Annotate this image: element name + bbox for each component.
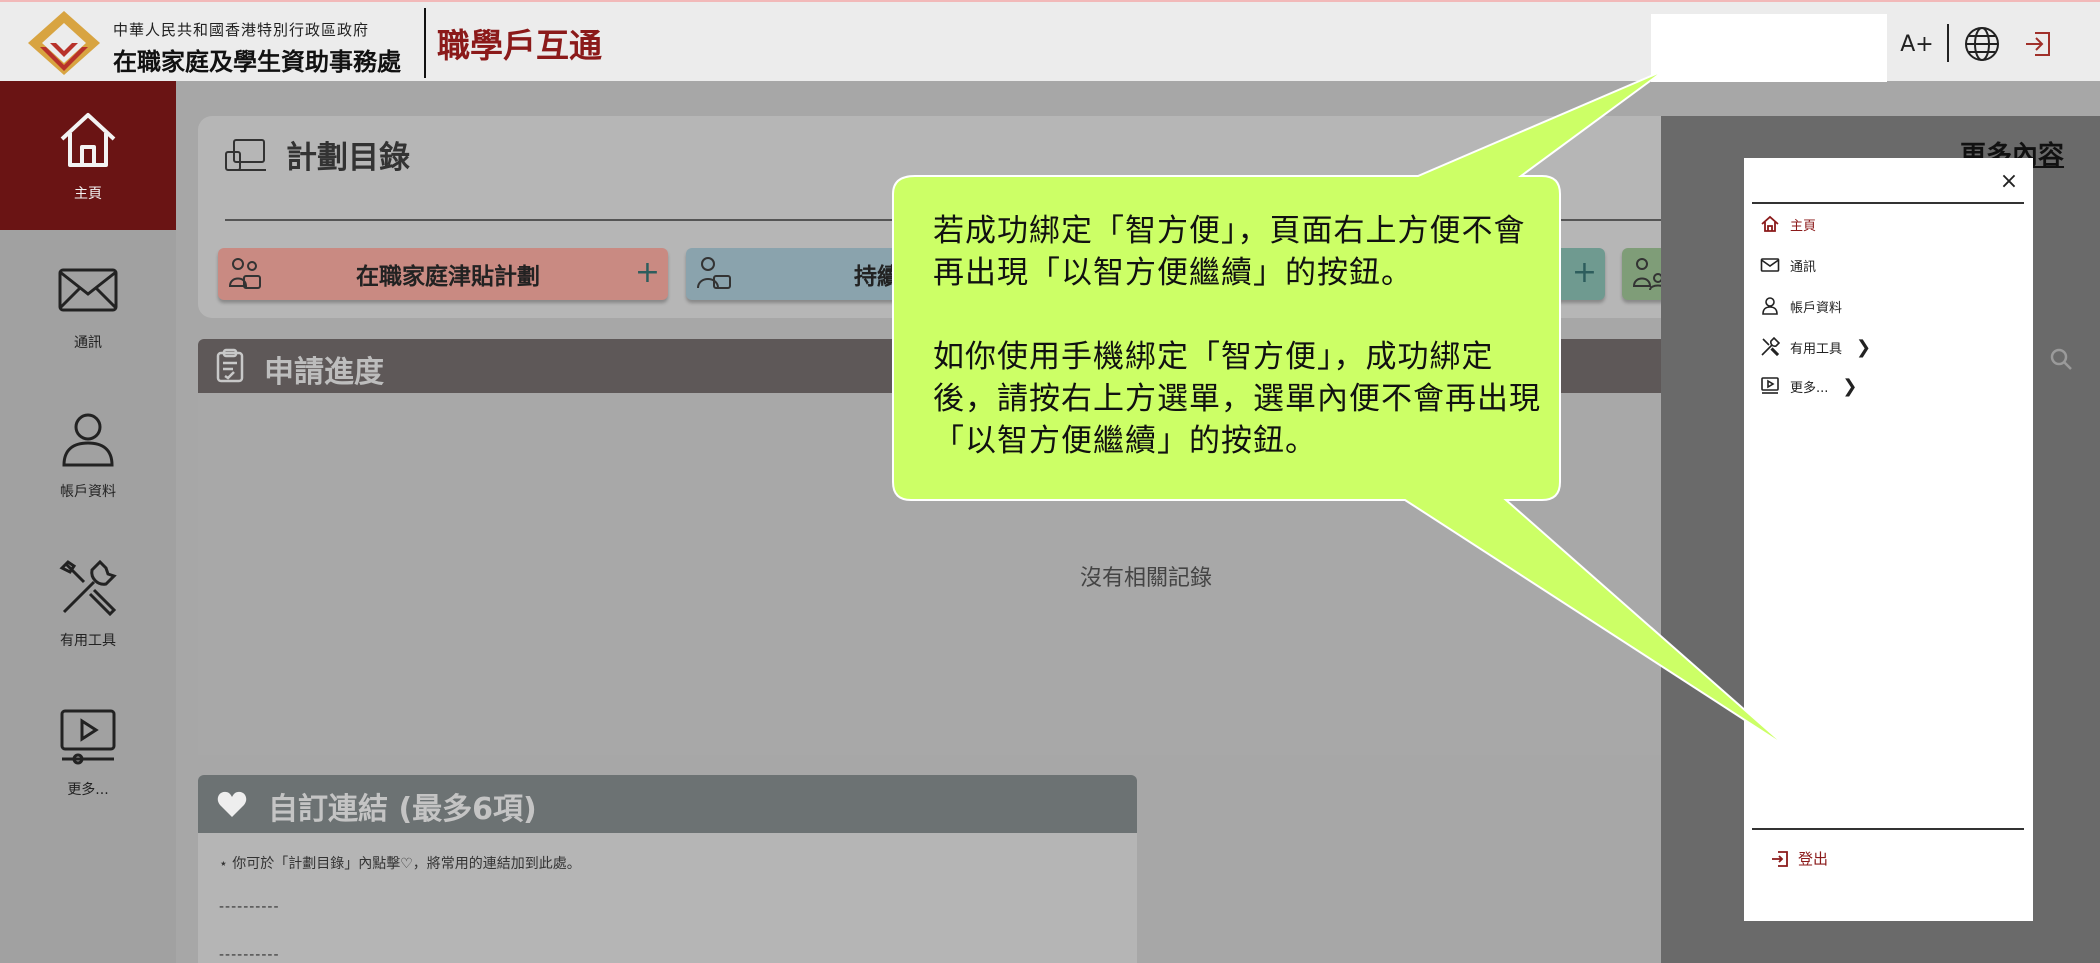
wfsfaa-logo-icon[interactable] <box>26 9 102 77</box>
application-status-title: 申請進度 <box>264 355 384 390</box>
drawer-divider <box>1752 828 2024 830</box>
add-program-icon[interactable]: + <box>1572 256 1597 290</box>
custom-links-bar: 自訂連結 (最多6項) <box>198 775 1137 833</box>
custom-links-title: 自訂連結 (最多6項) <box>268 792 537 827</box>
sidebar-item-more[interactable]: 更多... <box>0 677 176 826</box>
font-size-button[interactable]: A+ <box>1898 24 1936 64</box>
custom-link-placeholder[interactable]: ---------- <box>219 899 280 915</box>
custom-link-placeholder[interactable]: ---------- <box>219 947 280 963</box>
student-icon <box>697 257 731 289</box>
video-icon <box>1761 377 1779 394</box>
header-blank-area <box>1651 14 1887 82</box>
menu-item-label: 主頁 <box>1790 218 1817 234</box>
user-icon <box>1762 297 1778 315</box>
video-icon <box>60 709 116 764</box>
drawer-logout-button[interactable]: 登出 <box>1770 848 1828 869</box>
menu-item-label: 帳戶資料 <box>1790 300 1843 316</box>
menu-item-label: 更多... <box>1790 380 1829 396</box>
dept-line1: 中華人民共和國香港特別行政區政府 <box>113 21 370 39</box>
globe-icon <box>1965 27 1999 61</box>
menu-item-messages[interactable]: 通訊 <box>1760 253 1816 277</box>
header-divider <box>424 8 426 78</box>
add-program-icon[interactable]: + <box>635 256 660 290</box>
department-name: 中華人民共和國香港特別行政區政府 在職家庭及學生資助事務處 <box>113 19 401 77</box>
logout-icon <box>2026 32 2050 56</box>
sidebar-label: 有用工具 <box>60 632 116 649</box>
brand-title[interactable]: 職學戶互通 <box>437 19 602 67</box>
program-button-continuing[interactable]: 持續 <box>686 248 936 300</box>
program-button-wfa[interactable]: 在職家庭津貼計劃 + <box>218 248 668 300</box>
heart-icon <box>217 791 247 817</box>
mail-icon <box>1760 258 1780 272</box>
tools-icon <box>1761 337 1780 357</box>
dept-line2: 在職家庭及學生資助事務處 <box>113 48 401 76</box>
chevron-right-icon[interactable]: ❯ <box>1842 376 1857 397</box>
sidebar-label: 主頁 <box>74 185 102 202</box>
language-button[interactable] <box>1962 24 2002 64</box>
top-header: 中華人民共和國香港特別行政區政府 在職家庭及學生資助事務處 職學戶互通 A+ <box>0 0 2100 82</box>
menu-item-label: 有用工具 <box>1790 341 1843 357</box>
tools-icon <box>59 559 117 616</box>
close-icon[interactable]: × <box>1997 170 2021 194</box>
callout-paragraph-2: 如你使用手機綁定「智方便」，成功綁定後，請按右上方選單，選單內便不會再出現「以智… <box>933 339 1541 459</box>
callout-text: 若成功綁定「智方便」，頁面右上方便不會再出現「以智方便繼續」的按鈕。 如你使用手… <box>933 210 1553 462</box>
callout-paragraph-1: 若成功綁定「智方便」，頁面右上方便不會再出現「以智方便繼續」的按鈕。 <box>933 213 1526 291</box>
user-icon <box>62 413 114 466</box>
clipboard-icon <box>216 348 244 383</box>
chevron-right-icon[interactable]: ❯ <box>1856 337 1871 358</box>
mail-icon <box>58 268 118 311</box>
family-icon <box>228 258 261 289</box>
sidebar-item-account[interactable]: 帳戶資料 <box>0 379 176 528</box>
sidebar-item-tools[interactable]: 有用工具 <box>0 528 176 677</box>
programs-title-row: 計劃目錄 <box>224 132 410 177</box>
logout-icon <box>1772 850 1788 867</box>
sidebar: 主頁 通訊 帳戶資料 有用工具 更多... <box>0 81 176 963</box>
program-label: 持續 <box>854 264 900 290</box>
sidebar-label: 帳戶資料 <box>60 483 116 500</box>
drawer-divider <box>1752 202 2024 204</box>
header-separator <box>1947 24 1949 62</box>
no-records-text: 沒有相關記錄 <box>1080 566 1213 591</box>
menu-item-more[interactable]: 更多... ❯ <box>1760 374 1858 398</box>
menu-item-home[interactable]: 主頁 <box>1760 212 1816 236</box>
sidebar-item-home[interactable]: 主頁 <box>0 81 176 230</box>
menu-item-label: 通訊 <box>1790 259 1817 275</box>
home-icon <box>1761 215 1779 232</box>
menu-item-tools[interactable]: 有用工具 ❯ <box>1760 335 1871 359</box>
logout-button[interactable] <box>2018 24 2058 64</box>
sidebar-item-messages[interactable]: 通訊 <box>0 230 176 379</box>
search-icon[interactable] <box>2049 347 2073 371</box>
logout-label: 登出 <box>1798 850 1829 868</box>
program-label: 在職家庭津貼計劃 <box>356 264 540 290</box>
programs-title: 計劃目錄 <box>286 140 410 176</box>
sidebar-label: 更多... <box>67 781 109 798</box>
menu-item-account[interactable]: 帳戶資料 <box>1760 294 1842 318</box>
custom-links-hint: ⋆ 你可於「計劃目錄」內點擊♡，將常用的連結加到此處。 <box>219 856 581 872</box>
laptop-icon <box>225 138 266 171</box>
sidebar-label: 通訊 <box>74 334 102 351</box>
home-icon <box>60 112 116 167</box>
